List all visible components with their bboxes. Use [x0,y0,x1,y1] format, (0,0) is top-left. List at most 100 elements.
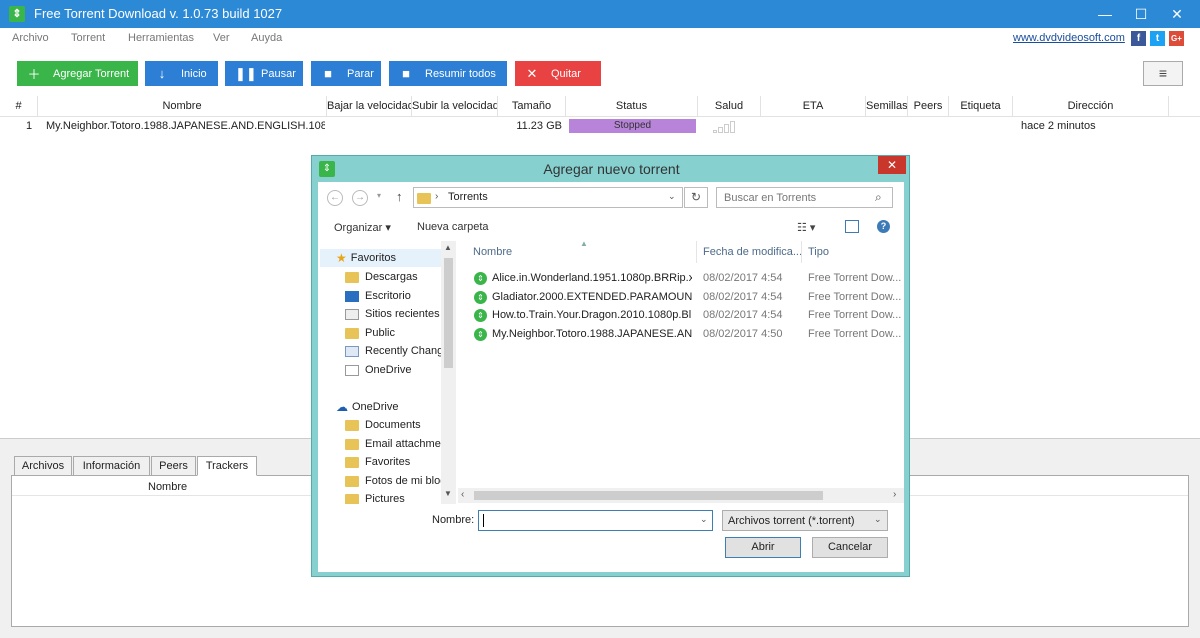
hamburger-menu-icon[interactable]: ≡ [1143,61,1183,86]
scroll-up-icon[interactable]: ▲ [444,243,452,252]
file-row[interactable]: ⇕ Gladiator.2000.EXTENDED.PARAMOUNT.... [474,288,692,306]
close-button[interactable]: ✕ [1154,0,1200,28]
address-bar[interactable]: › Torrents ⌄ [413,187,683,208]
col-label[interactable]: Etiqueta [949,96,1013,116]
row-name[interactable]: My.Neighbor.Totoro.1988.JAPANESE.AND.ENG… [46,117,325,136]
dialog-close-button[interactable]: ✕ [878,156,906,174]
col-health[interactable]: Salud [698,96,761,116]
tab-peers[interactable]: Peers [151,456,196,476]
file-row[interactable]: ⇕ My.Neighbor.Totoro.1988.JAPANESE.AN... [474,325,692,343]
site-link[interactable]: www.dvdvideosoft.com [1013,32,1125,44]
stop-button[interactable]: ■ Parar [311,61,381,86]
chevron-down-icon[interactable]: ⌄ [668,191,676,202]
menu-bar: Archivo Torrent Herramientas Ver Auyda w… [0,28,1200,50]
col-peers[interactable]: Peers [908,96,949,116]
search-placeholder: Buscar en Torrents [724,192,817,204]
col-num[interactable]: # [0,96,38,116]
star-icon: ★ [336,251,347,265]
desktop-icon [345,290,359,302]
open-button[interactable]: Abrir [725,537,801,558]
scroll-left-icon[interactable]: ‹ [461,489,464,500]
tab-archivos[interactable]: Archivos [14,456,72,476]
file-row[interactable]: ⇕ How.to.Train.Your.Dragon.2010.1080p.Bl.… [474,306,692,324]
menu-torrent[interactable]: Torrent [71,32,105,44]
tab-trackers[interactable]: Trackers [197,456,257,476]
nav-documents[interactable]: Documents [345,416,421,434]
nav-scroll-thumb[interactable] [444,258,453,368]
twitter-icon[interactable]: t [1150,31,1165,46]
nav-recently-changed[interactable]: Recently Change [345,342,449,360]
col-direction[interactable]: Dirección [1013,96,1169,116]
col-up-speed[interactable]: Subir la velocidad [412,96,498,116]
menu-ver[interactable]: Ver [213,32,230,44]
nav-descargas[interactable]: Descargas [345,268,418,286]
nav-favorites[interactable]: ★ Favoritos [320,249,444,267]
pause-button[interactable]: ❚❚ Pausar [225,61,303,86]
menu-herramientas[interactable]: Herramientas [128,32,194,44]
col-name[interactable]: Nombre [38,96,327,116]
nav-scrollbar[interactable]: ▲ ▼ [441,241,456,504]
file-type: Free Torrent Dow... [808,309,902,321]
dialog-title: Agregar nuevo torrent [543,161,680,177]
file-type: Free Torrent Dow... [808,272,902,284]
filter-value: Archivos torrent (*.torrent) [728,515,855,527]
nav-onedrive[interactable]: ☁ OneDrive [336,398,398,416]
col-status[interactable]: Status [566,96,698,116]
scroll-right-icon[interactable]: › [893,489,896,500]
torrent-file-icon: ⇕ [474,290,487,304]
folder-icon [345,327,359,339]
col-size[interactable]: Tamaño [498,96,566,116]
filename-input[interactable]: ⌄ [478,510,713,531]
scroll-down-icon[interactable]: ▼ [444,489,452,498]
cancel-button[interactable]: Cancelar [812,537,888,558]
menu-archivo[interactable]: Archivo [12,32,49,44]
col-seeds[interactable]: Semillas [866,96,908,116]
add-torrent-button[interactable]: ＋ Agregar Torrent [17,61,138,86]
refresh-icon[interactable]: ↻ [684,187,708,208]
recent-dropdown-icon[interactable]: ▾ [377,191,381,200]
filelist-hscrollbar[interactable]: ‹ › [458,488,904,503]
filelist-col-date[interactable]: Fecha de modifica... [703,246,802,258]
file-row[interactable]: ⇕ Alice.in.Wonderland.1951.1080p.BRRip.x2… [474,269,692,287]
col-eta[interactable]: ETA [761,96,866,116]
trackers-col-name[interactable]: Nombre [148,481,187,493]
remove-button[interactable]: ✕ Quitar [515,61,601,86]
back-icon[interactable]: ← [327,190,343,206]
view-options-icon[interactable]: ☷ ▾ [797,221,815,234]
filename-label: Nombre: [432,514,475,526]
tab-informacion[interactable]: Información [73,456,150,476]
nav-public[interactable]: Public [345,324,395,342]
help-icon[interactable]: ? [877,220,890,233]
nav-onedrive-fav[interactable]: OneDrive [345,361,411,379]
nav-pictures[interactable]: Pictures [345,490,405,504]
nav-favorites-folder[interactable]: Favorites [345,453,410,471]
nav-fotos-blog[interactable]: Fotos de mi blog [345,472,446,490]
stop-icon: ■ [402,66,410,81]
pause-icon: ❚❚ [235,65,257,81]
facebook-icon[interactable]: f [1131,31,1146,46]
folder-icon [345,419,359,431]
hscroll-thumb[interactable] [474,491,823,500]
nav-sitios-recientes[interactable]: Sitios recientes [345,305,440,323]
window-title: Free Torrent Download v. 1.0.73 build 10… [34,6,283,21]
forward-icon[interactable]: → [352,190,368,206]
nav-escritorio[interactable]: Escritorio [345,287,411,305]
preview-pane-icon[interactable] [845,220,859,233]
menu-ayuda[interactable]: Auyda [251,32,282,44]
googleplus-icon[interactable]: G+ [1169,31,1184,46]
folder-icon [345,493,359,504]
organize-button[interactable]: Organizar ▾ [334,221,391,234]
text-cursor [483,514,484,527]
up-icon[interactable]: ↑ [396,189,403,204]
start-button[interactable]: ↓ Inicio [145,61,218,86]
resume-all-button[interactable]: ■ Resumir todos [389,61,507,86]
filelist-col-name[interactable]: Nombre [473,246,512,258]
file-type-filter[interactable]: Archivos torrent (*.torrent) ⌄ [722,510,888,531]
col-down-speed[interactable]: Bajar la velocidad [327,96,412,116]
nav-email-attachments[interactable]: Email attachmen [345,435,447,453]
filelist-col-type[interactable]: Tipo [808,246,829,258]
close-icon: ✕ [526,65,538,81]
new-folder-button[interactable]: Nueva carpeta [417,221,489,233]
chevron-down-icon[interactable]: ⌄ [700,514,708,525]
search-input[interactable]: Buscar en Torrents ⌕ [716,187,893,208]
